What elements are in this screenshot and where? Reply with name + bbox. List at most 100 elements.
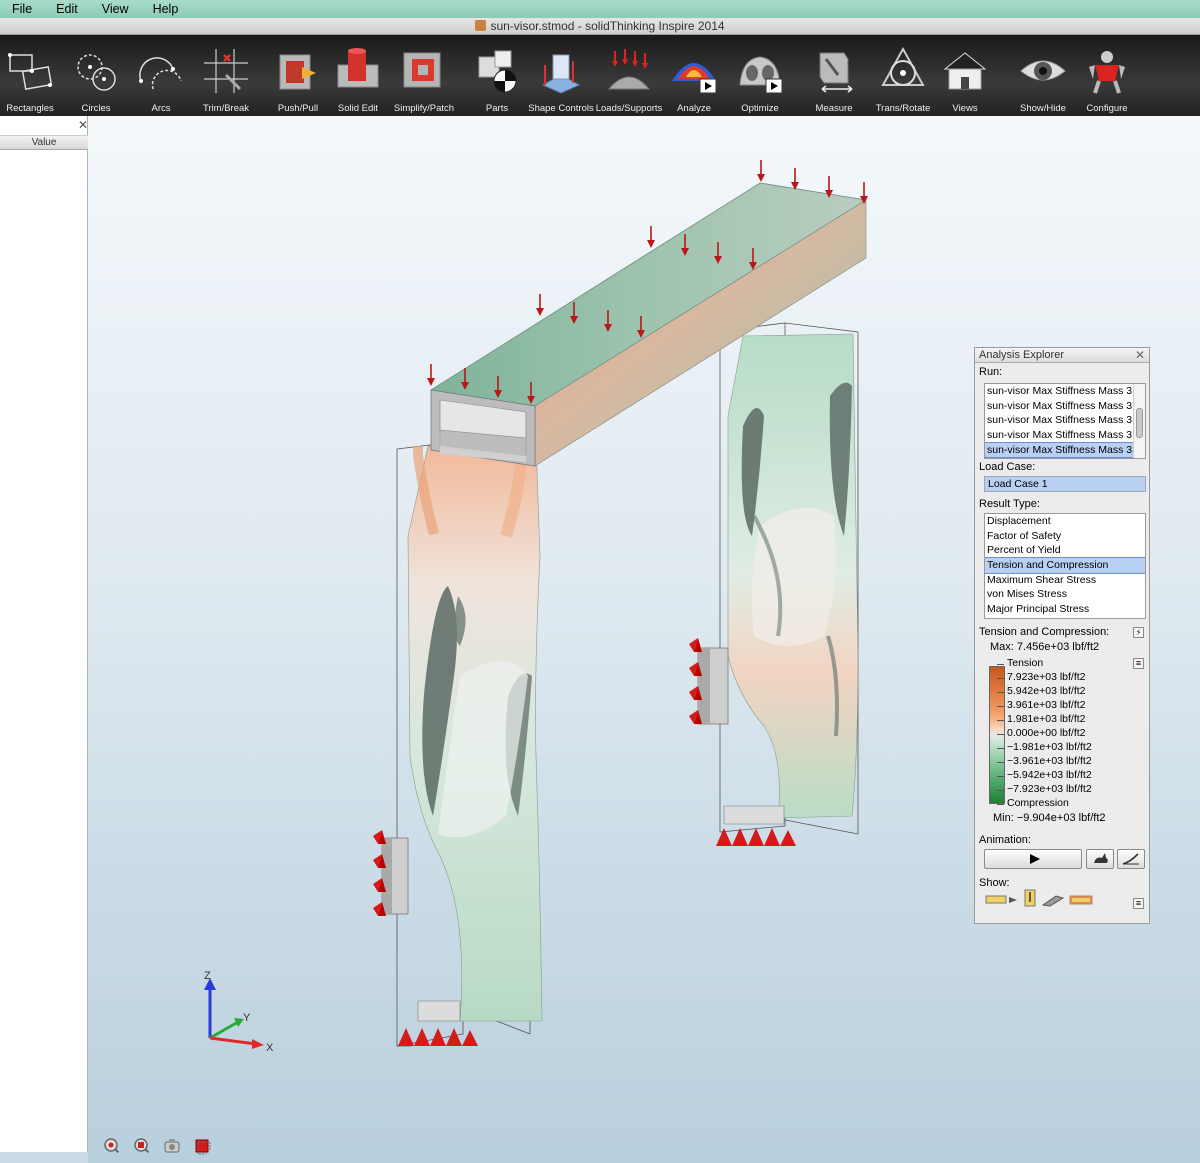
tool-label: Show/Hide: [1020, 103, 1066, 114]
ribbon-toolbar: Rectangles Circles Arcs Trim/Break Push/…: [0, 35, 1200, 116]
analyze-icon: [672, 63, 717, 94]
box-select-icon[interactable]: [193, 1137, 211, 1155]
tool-loads-supports[interactable]: Loads/Supports: [596, 35, 662, 116]
result-type-item[interactable]: Major Principal Stress: [985, 602, 1145, 617]
show-deformed-icon[interactable]: [985, 893, 1021, 907]
tool-push-pull[interactable]: Push/Pull: [270, 35, 326, 116]
circles-icon: [77, 54, 116, 91]
tool-parts[interactable]: Parts: [469, 35, 525, 116]
tool-label: Trans/Rotate: [875, 103, 931, 114]
tool-label: Loads/Supports: [595, 103, 663, 114]
options-icon[interactable]: ⚡: [1133, 627, 1144, 638]
rabbit-icon: [1094, 853, 1108, 863]
result-type-item[interactable]: Displacement: [985, 514, 1145, 529]
window-title: sun-visor.stmod - solidThinking Inspire …: [490, 19, 725, 33]
legend-entry: −1.981e+03 lbf/ft2: [997, 741, 1092, 753]
tool-label: Rectangles: [6, 103, 54, 114]
legend-entry: 7.923e+03 lbf/ft2: [997, 671, 1086, 683]
run-item[interactable]: sun-visor Max Stiffness Mass 3: [985, 399, 1145, 414]
tool-circles[interactable]: Circles: [68, 35, 124, 116]
close-icon[interactable]: ✕: [1135, 348, 1145, 362]
legend-menu-icon[interactable]: ≡: [1133, 658, 1144, 669]
shape-controls-icon: [541, 54, 581, 94]
legend-entry: Compression: [997, 797, 1069, 809]
curve-icon: [1122, 853, 1139, 865]
legend-entry: 0.000e+00 lbf/ft2: [997, 727, 1086, 739]
show-menu-icon[interactable]: ≡: [1133, 898, 1144, 909]
tool-solid-edit[interactable]: Solid Edit: [330, 35, 386, 116]
loads-supports-icon: [607, 49, 651, 90]
tool-label: Push/Pull: [277, 103, 319, 114]
tool-arcs[interactable]: Arcs: [133, 35, 189, 116]
legend-title: Tension and Compression:: [979, 626, 1110, 638]
show-hide-icon: [1020, 60, 1066, 81]
trim-break-icon: [204, 49, 248, 93]
x-axis-label: X: [266, 1042, 274, 1054]
tool-rectangles[interactable]: Rectangles: [2, 35, 58, 116]
camera-icon[interactable]: [163, 1137, 181, 1155]
right-leg-topology: [727, 333, 859, 819]
run-list[interactable]: sun-visor Max Stiffness Mass 3 sun-visor…: [984, 383, 1146, 459]
optimize-icon: [739, 56, 783, 94]
close-icon[interactable]: ✕: [78, 118, 88, 132]
tool-analyze[interactable]: Analyze: [665, 35, 723, 116]
y-axis-label: Y: [243, 1012, 251, 1024]
tool-label: Configure: [1086, 103, 1128, 114]
view-tools: [103, 1137, 211, 1155]
result-type-item-selected[interactable]: Tension and Compression: [985, 557, 1145, 574]
min-value: Min: −9.904e+03 lbf/ft2: [993, 812, 1106, 824]
tool-trans-rotate[interactable]: Trans/Rotate: [874, 35, 932, 116]
tool-trim-break[interactable]: Trim/Break: [197, 35, 255, 116]
menu-view[interactable]: View: [90, 0, 141, 18]
tool-measure[interactable]: Measure: [806, 35, 862, 116]
result-type-list[interactable]: Displacement Factor of Safety Percent of…: [984, 513, 1146, 619]
result-type-item[interactable]: Percent of Yield: [985, 543, 1145, 558]
result-type-item[interactable]: Factor of Safety: [985, 529, 1145, 544]
run-item[interactable]: sun-visor Max Stiffness Mass 3: [985, 384, 1145, 399]
max-value: Max: 7.456e+03 lbf/ft2: [990, 641, 1100, 653]
tool-label: Views: [952, 103, 978, 114]
value-column-header[interactable]: Value: [0, 135, 88, 150]
parts-icon: [478, 50, 517, 93]
legend-entry: −5.942e+03 lbf/ft2: [997, 769, 1092, 781]
result-type-item[interactable]: von Mises Stress: [985, 587, 1145, 602]
menu-bar: File Edit View Help: [0, 0, 1200, 18]
tool-simplify-patch[interactable]: Simplify/Patch: [392, 35, 456, 116]
show-contour-icon[interactable]: [1069, 893, 1093, 907]
menu-help[interactable]: Help: [141, 0, 191, 18]
legend-entry: Tension: [996, 657, 1044, 669]
push-pull-icon: [279, 54, 316, 90]
tool-views[interactable]: Views: [937, 35, 993, 116]
load-case-select[interactable]: Load Case 1: [984, 476, 1146, 492]
solid-edit-icon: [337, 48, 379, 88]
show-loads-icon[interactable]: [1021, 888, 1039, 908]
legend-entry: −7.923e+03 lbf/ft2: [997, 783, 1092, 795]
tool-label: Trim/Break: [202, 103, 250, 114]
z-axis-label: Z: [204, 970, 211, 982]
tool-configure[interactable]: Configure: [1079, 35, 1135, 116]
explorer-title: Analysis Explorer: [975, 348, 1149, 363]
zoom-fit-icon[interactable]: [133, 1137, 151, 1155]
show-label: Show:: [979, 877, 1010, 889]
analysis-explorer-panel: Analysis Explorer ✕ Run: sun-visor Max S…: [974, 347, 1150, 924]
show-mesh-icon[interactable]: [1042, 893, 1064, 907]
animation-speed-button[interactable]: [1086, 849, 1114, 869]
menu-file[interactable]: File: [0, 0, 44, 18]
run-item-selected[interactable]: sun-visor Max Stiffness Mass 3: [985, 441, 1145, 458]
animation-settings-button[interactable]: [1117, 849, 1145, 869]
run-item[interactable]: sun-visor Max Stiffness Mass 3: [985, 413, 1145, 428]
run-item[interactable]: sun-visor Max Stiffness Mass 3: [985, 428, 1145, 443]
tool-label: Simplify/Patch: [393, 103, 455, 114]
tool-show-hide[interactable]: Show/Hide: [1015, 35, 1071, 116]
tool-label: Measure: [815, 103, 853, 114]
run-list-scrollbar[interactable]: [1133, 384, 1145, 458]
play-button[interactable]: [984, 849, 1082, 869]
animation-label: Animation:: [979, 834, 1031, 846]
measure-icon: [819, 52, 853, 93]
result-type-item[interactable]: Maximum Shear Stress: [985, 573, 1145, 588]
views-icon: [943, 52, 987, 90]
zoom-icon[interactable]: [103, 1137, 121, 1155]
tool-optimize[interactable]: Optimize: [732, 35, 788, 116]
menu-edit[interactable]: Edit: [44, 0, 90, 18]
tool-shape-controls[interactable]: Shape Controls: [528, 35, 594, 116]
